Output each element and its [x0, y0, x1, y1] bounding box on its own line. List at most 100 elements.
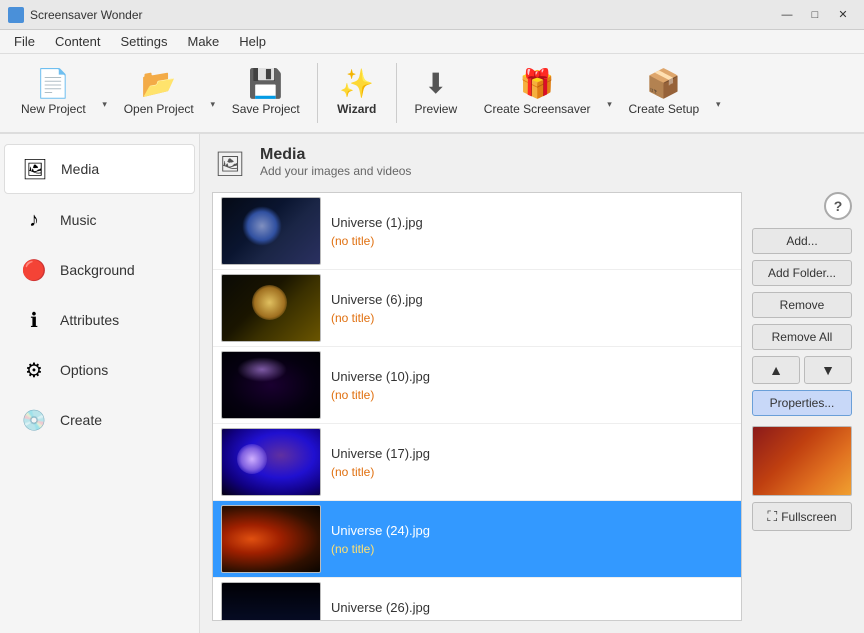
- preview-icon: ⬇: [424, 70, 447, 98]
- fullscreen-button[interactable]: ⛶ Fullscreen: [752, 502, 852, 531]
- wizard-icon: ✨: [339, 70, 374, 98]
- menu-item-settings[interactable]: Settings: [111, 32, 178, 51]
- sidebar-label-background: Background: [60, 262, 135, 278]
- remove-all-button[interactable]: Remove All: [752, 324, 852, 350]
- content-header: 🖼 Media Add your images and videos: [212, 146, 852, 182]
- move-buttons: ▲ ▼: [752, 356, 852, 384]
- media-name-6: Universe (26).jpg: [331, 600, 733, 615]
- media-thumb-3: [221, 351, 321, 419]
- toolbar-arrow-create-setup[interactable]: ▾: [712, 58, 724, 128]
- media-item-5[interactable]: Universe (24).jpg(no title): [213, 501, 741, 578]
- open-project-label: Open Project: [124, 102, 194, 116]
- media-panel: Universe (1).jpg(no title)Universe (6).j…: [212, 192, 852, 621]
- toolbar-btn-wrapper-open-project: 📂 Open Project ▾: [111, 58, 219, 128]
- media-thumb-6: [221, 582, 321, 621]
- media-name-1: Universe (1).jpg: [331, 215, 733, 230]
- open-project-icon: 📂: [141, 70, 176, 98]
- main-content: 🖼Media♪Music🔴BackgroundℹAttributes⚙Optio…: [0, 134, 864, 633]
- create-setup-icon: 📦: [646, 70, 681, 98]
- properties-button[interactable]: Properties...: [752, 390, 852, 416]
- media-title-6: (no title): [331, 619, 733, 622]
- media-info-5: Universe (24).jpg(no title): [331, 523, 733, 556]
- sidebar-item-options[interactable]: ⚙Options: [4, 346, 195, 394]
- save-project-icon: 💾: [248, 70, 283, 98]
- toolbar-btn-new-project[interactable]: 📄New Project: [8, 58, 99, 128]
- minimize-button[interactable]: —: [774, 5, 800, 25]
- sidebar-label-music: Music: [60, 212, 97, 228]
- media-info-4: Universe (17).jpg (no title): [331, 446, 733, 479]
- media-name-3: Universe (10).jpg: [331, 369, 733, 384]
- menu-item-file[interactable]: File: [4, 32, 45, 51]
- sidebar: 🖼Media♪Music🔴Background ℹ Attributes ⚙Optio…: [0, 134, 200, 633]
- media-info-1: Universe (1).jpg(no title): [331, 215, 733, 248]
- toolbar-btn-wrapper-new-project: 📄New Project▾: [8, 58, 111, 128]
- menu-item-content[interactable]: Content: [45, 32, 111, 51]
- menu-bar: FileContentSettingsMakeHelp: [0, 30, 864, 54]
- save-project-label: Save Project: [232, 102, 300, 116]
- toolbar-arrow-open-project[interactable]: ▾: [207, 58, 219, 128]
- media-item-4[interactable]: Universe (17).jpg (no title): [213, 424, 741, 501]
- move-down-button[interactable]: ▼: [804, 356, 852, 384]
- add-button[interactable]: Add...: [752, 228, 852, 254]
- media-thumb-5: [221, 505, 321, 573]
- sidebar-label-attributes: Attributes: [60, 312, 119, 328]
- create-setup-label: Create Setup: [629, 102, 700, 116]
- attributes-icon: ℹ: [20, 306, 48, 334]
- sidebar-label-options: Options: [60, 362, 108, 378]
- menu-item-help[interactable]: Help: [229, 32, 276, 51]
- media-list[interactable]: Universe (1).jpg(no title)Universe (6).j…: [212, 192, 742, 621]
- media-title-3: (no title): [331, 388, 733, 402]
- create-icon: 💿: [20, 406, 48, 434]
- toolbar: 📄New Project▾📂Open Project▾💾Save Project…: [0, 54, 864, 134]
- toolbar-separator-3: [317, 63, 318, 123]
- toolbar-btn-save-project[interactable]: 💾 Save Project: [219, 58, 313, 128]
- wizard-label: Wizard: [337, 102, 376, 116]
- content-subtitle: Add your images and videos: [260, 164, 411, 178]
- sidebar-item-background[interactable]: 🔴Background: [4, 246, 195, 294]
- media-name-4: Universe (17).jpg: [331, 446, 733, 461]
- media-info-2: Universe (6).jpg (no title): [331, 292, 733, 325]
- create-screensaver-label: Create Screensaver: [484, 102, 591, 116]
- app-icon: [8, 7, 24, 23]
- add-folder-button[interactable]: Add Folder...: [752, 260, 852, 286]
- help-button[interactable]: ?: [824, 192, 852, 220]
- media-item-3[interactable]: Universe (10).jpg (no title): [213, 347, 741, 424]
- content-title: Media: [260, 146, 411, 164]
- sidebar-item-create[interactable]: 💿Create: [4, 396, 195, 444]
- media-item-2[interactable]: Universe (6).jpg (no title): [213, 270, 741, 347]
- remove-button[interactable]: Remove: [752, 292, 852, 318]
- toolbar-btn-wizard[interactable]: ✨ Wizard: [322, 58, 392, 128]
- media-info-6: Universe (26).jpg (no title): [331, 600, 733, 622]
- sidebar-item-music[interactable]: ♪Music: [4, 196, 195, 244]
- media-icon: 🖼: [21, 155, 49, 183]
- content-area: 🖼 Media Add your images and videos Unive…: [200, 134, 864, 633]
- toolbar-arrow-new-project[interactable]: ▾: [99, 58, 111, 128]
- sidebar-item-media[interactable]: 🖼Media: [4, 144, 195, 194]
- menu-item-make[interactable]: Make: [177, 32, 229, 51]
- media-info-3: Universe (10).jpg (no title): [331, 369, 733, 402]
- preview-label: Preview: [414, 102, 457, 116]
- media-thumb-2: [221, 274, 321, 342]
- toolbar-btn-open-project[interactable]: 📂 Open Project: [111, 58, 207, 128]
- sidebar-item-attributes[interactable]: ℹ Attributes: [4, 296, 195, 344]
- toolbar-arrow-create-screensaver[interactable]: ▾: [604, 58, 616, 128]
- content-header-text: Media Add your images and videos: [260, 146, 411, 178]
- close-button[interactable]: ✕: [830, 5, 856, 25]
- media-item-1[interactable]: Universe (1).jpg(no title): [213, 193, 741, 270]
- media-title-4: (no title): [331, 465, 733, 479]
- new-project-icon: 📄: [36, 70, 71, 98]
- maximize-button[interactable]: □: [802, 5, 828, 25]
- media-title-2: (no title): [331, 311, 733, 325]
- media-thumb-4: [221, 428, 321, 496]
- toolbar-btn-create-screensaver[interactable]: 🎁 Create Screensaver: [471, 58, 604, 128]
- move-up-button[interactable]: ▲: [752, 356, 800, 384]
- toolbar-btn-create-setup[interactable]: 📦 Create Setup: [616, 58, 713, 128]
- media-name-2: Universe (6).jpg: [331, 292, 733, 307]
- toolbar-btn-preview[interactable]: ⬇ Preview: [401, 58, 471, 128]
- title-bar-controls: — □ ✕: [774, 5, 856, 25]
- create-screensaver-icon: 🎁: [520, 70, 555, 98]
- preview-thumbnail: [752, 426, 852, 496]
- media-title-5: (no title): [331, 542, 733, 556]
- right-panel-top: ?: [752, 192, 852, 220]
- media-item-6[interactable]: Universe (26).jpg (no title): [213, 578, 741, 621]
